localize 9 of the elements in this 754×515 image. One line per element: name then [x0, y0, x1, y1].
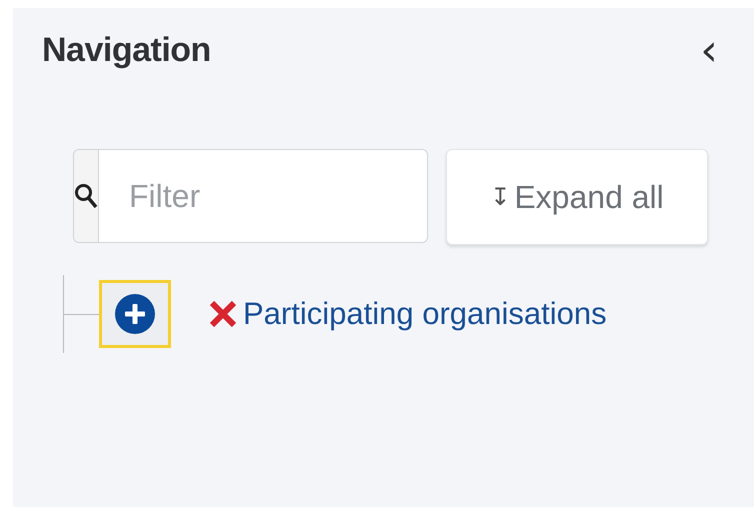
collapse-button[interactable]: ‹ — [694, 30, 724, 70]
tree-item-link[interactable]: Participating organisations — [243, 296, 607, 332]
plus-circle-icon — [115, 294, 155, 334]
cross-icon — [209, 300, 237, 328]
expand-toggle[interactable] — [99, 280, 171, 348]
panel-title: Navigation — [42, 30, 211, 70]
filter-field[interactable]: Filter — [73, 149, 428, 243]
search-icon — [74, 183, 98, 209]
expand-all-button[interactable]: ↧Expand all — [446, 149, 708, 245]
